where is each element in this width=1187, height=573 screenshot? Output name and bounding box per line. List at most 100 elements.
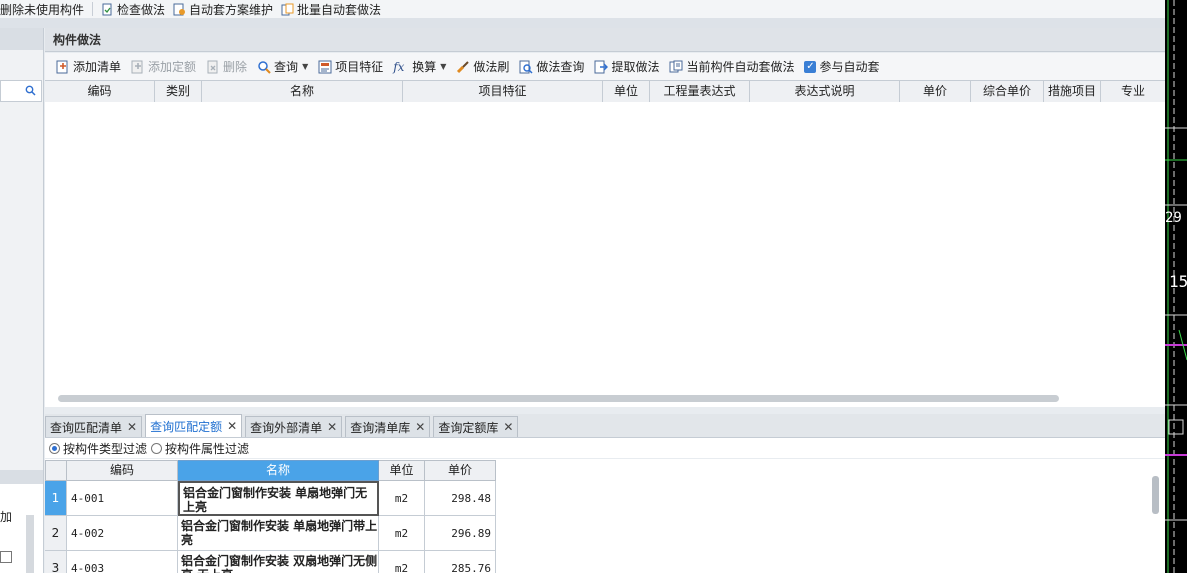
column-header-name[interactable]: 名称 — [202, 81, 403, 102]
quota-name: 铝合金门窗制作安装 单扇地弹门无上亮 — [178, 481, 379, 516]
column-header-code[interactable]: 编码 — [45, 81, 155, 102]
panel-title: 构件做法 — [53, 33, 102, 47]
row-number: 3 — [45, 551, 67, 573]
check-method-button[interactable]: 检查做法 — [97, 0, 169, 18]
extract-method-button[interactable]: 提取做法 — [589, 53, 664, 80]
column-header-specialty[interactable]: 专业 — [1101, 81, 1165, 102]
tab-label: 查询匹配清单 — [50, 420, 123, 435]
method-toolbar: 添加清单 添加定额 删除 查询 ▼ 项目特征 fx 换算 ▼ 做法刷 做法查询 … — [45, 53, 1165, 80]
toolbar-separator-strip — [0, 18, 1165, 28]
toolbar-label: 查询 — [274, 60, 299, 74]
close-icon[interactable]: ✕ — [327, 420, 337, 434]
quota-column-name[interactable]: 名称 — [178, 460, 379, 481]
filter-by-type-radio[interactable] — [49, 442, 60, 454]
quota-unit: m2 — [379, 551, 425, 573]
quota-price: 296.89 — [425, 516, 496, 551]
filter-row: 按构件类型过滤 按构件属性过滤 — [45, 437, 1165, 458]
quota-unit: m2 — [379, 516, 425, 551]
tab-quota-library[interactable]: 查询定额库 ✕ — [433, 416, 519, 437]
toolbar-label: 自动套方案维护 — [189, 2, 274, 17]
batch-auto-icon — [281, 3, 294, 15]
delete-button[interactable]: 删除 — [201, 53, 252, 80]
column-header-quantity-expr[interactable]: 工程量表达式 — [650, 81, 750, 102]
method-query-button[interactable]: 做法查询 — [514, 53, 589, 80]
filter-label: 按构件类型过滤 — [63, 441, 148, 456]
quota-column-code[interactable]: 编码 — [67, 460, 178, 481]
tab-match-quota[interactable]: 查询匹配定额 ✕ — [145, 414, 243, 437]
delete-icon — [207, 60, 218, 73]
cad-label: 29 — [1165, 210, 1182, 226]
dropdown-arrow-icon[interactable]: ▼ — [302, 62, 308, 71]
tab-external-list[interactable]: 查询外部清单 ✕ — [245, 416, 343, 437]
horizontal-scrollbar[interactable] — [58, 395, 1059, 402]
tab-label: 查询清单库 — [350, 420, 411, 435]
quota-name: 铝合金门窗制作安装 单扇地弹门带上亮 — [178, 516, 379, 551]
row-number: 2 — [45, 516, 67, 551]
quota-price: 285.76 — [425, 551, 496, 573]
checkbox-checked-icon[interactable]: ✓ — [804, 60, 817, 73]
quota-code: 4-003 — [67, 551, 178, 573]
toolbar-divider — [92, 2, 94, 16]
toolbar-label: 删除未使用构件 — [0, 2, 85, 17]
cad-drawing-area[interactable]: 29 15 — [1165, 0, 1187, 573]
search-icon[interactable] — [25, 85, 36, 96]
left-checkbox[interactable] — [0, 551, 12, 563]
query-button[interactable]: 查询 ▼ — [252, 53, 313, 80]
toolbar-label: 当前构件自动套做法 — [686, 60, 795, 74]
tab-label: 查询定额库 — [438, 420, 499, 435]
toolbar-label: 做法查询 — [536, 60, 585, 74]
close-icon[interactable]: ✕ — [503, 420, 513, 434]
method-brush-button[interactable]: 做法刷 — [451, 53, 514, 80]
table-row[interactable]: 3 4-003 铝合金门窗制作安装 双扇地弹门无侧亮 无上亮 m2 285.76 — [45, 551, 496, 573]
quota-table-header: 编码 名称 单位 单价 — [45, 460, 496, 481]
toolbar-label: 做法刷 — [473, 60, 510, 74]
project-feature-icon — [318, 60, 332, 73]
top-toolbar: 删除未使用构件 检查做法 自动套方案维护 批量自动套做法 — [0, 0, 1165, 18]
close-icon[interactable]: ✕ — [227, 419, 237, 433]
column-header-total-price[interactable]: 综合单价 — [971, 81, 1044, 102]
auto-scheme-button[interactable]: 自动套方案维护 — [169, 0, 277, 18]
toolbar-label: 换算 — [412, 60, 437, 74]
quota-column-price[interactable]: 单价 — [425, 460, 496, 481]
batch-auto-button[interactable]: 批量自动套做法 — [277, 0, 385, 18]
add-quota-icon — [131, 60, 143, 73]
close-icon[interactable]: ✕ — [127, 420, 137, 434]
left-scrollbar[interactable] — [26, 515, 34, 573]
column-header-price[interactable]: 单价 — [900, 81, 971, 102]
column-header-feature[interactable]: 项目特征 — [403, 81, 603, 102]
column-header-measure[interactable]: 措施项目 — [1044, 81, 1101, 102]
quota-unit: m2 — [379, 481, 425, 516]
column-header-unit[interactable]: 单位 — [603, 81, 650, 102]
toolbar-label: 添加清单 — [73, 60, 122, 74]
table-row[interactable]: 2 4-002 铝合金门窗制作安装 单扇地弹门带上亮 m2 296.89 — [45, 516, 496, 551]
vertical-scrollbar[interactable] — [1152, 476, 1159, 514]
add-list-button[interactable]: 添加清单 — [51, 53, 126, 80]
row-number: 1 — [45, 481, 67, 516]
filter-label: 按构件属性过滤 — [165, 441, 250, 456]
auto-apply-button[interactable]: 当前构件自动套做法 — [664, 53, 799, 80]
query-icon — [258, 60, 271, 74]
delete-unused-button[interactable]: 删除未使用构件 — [0, 0, 88, 18]
close-icon[interactable]: ✕ — [415, 420, 425, 434]
auto-scheme-icon — [173, 3, 186, 15]
conversion-button[interactable]: fx 换算 ▼ — [388, 53, 451, 80]
tab-list-library[interactable]: 查询清单库 ✕ — [345, 416, 431, 437]
auto-apply-icon — [669, 60, 683, 72]
left-search-input[interactable] — [0, 80, 42, 102]
quota-column-unit[interactable]: 单位 — [379, 460, 425, 481]
method-grid-header: 编码 类别 名称 项目特征 单位 工程量表达式 表达式说明 单价 综合单价 措施… — [45, 80, 1165, 103]
column-header-type[interactable]: 类别 — [155, 81, 202, 102]
tab-match-list[interactable]: 查询匹配清单 ✕ — [45, 416, 143, 437]
cad-label: 15 — [1169, 272, 1187, 291]
table-row[interactable]: 1 4-001 铝合金门窗制作安装 单扇地弹门无上亮 m2 298.48 — [45, 481, 496, 516]
column-header-expr-desc[interactable]: 表达式说明 — [750, 81, 900, 102]
quota-price: 298.48 — [425, 481, 496, 516]
filter-by-attribute-radio[interactable] — [151, 442, 163, 454]
project-feature-button[interactable]: 项目特征 — [313, 53, 388, 80]
dropdown-arrow-icon[interactable]: ▼ — [440, 62, 446, 71]
add-quota-button[interactable]: 添加定额 — [126, 53, 201, 80]
toolbar-label: 删除 — [223, 60, 248, 74]
check-method-icon — [102, 3, 112, 15]
auto-apply-checkbox[interactable]: ✓ 参与自动套 — [799, 53, 884, 80]
query-tabs: 查询匹配清单 ✕ 查询匹配定额 ✕ 查询外部清单 ✕ 查询清单库 ✕ 查询定额库 ✕ — [45, 414, 1165, 437]
